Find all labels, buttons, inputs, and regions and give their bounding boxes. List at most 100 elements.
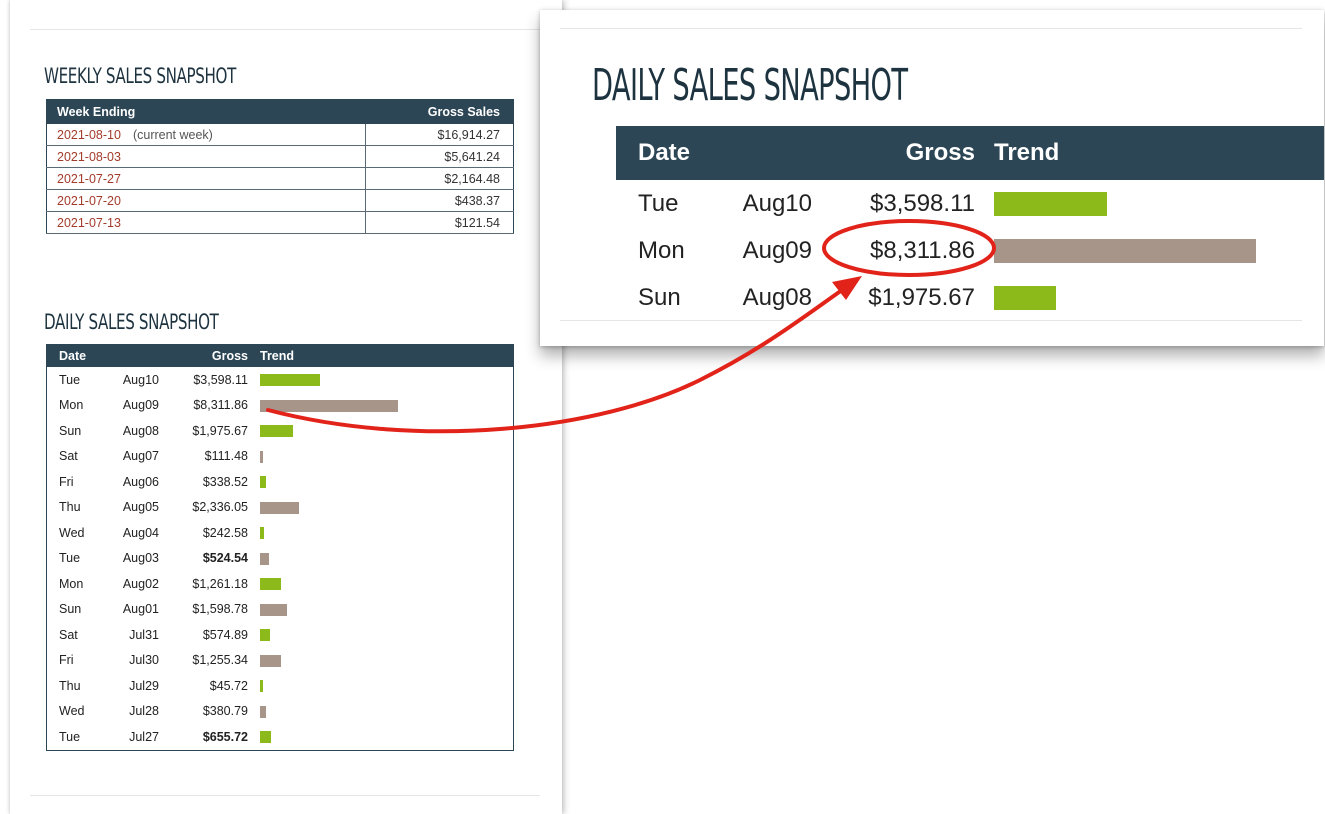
day-cell: Sat [59,449,78,464]
zoom-day-cell: Sun [638,283,681,311]
zoom-column-gross: Gross [812,126,994,180]
weekly-row[interactable]: 2021-07-20 $438.37 [46,189,514,212]
date-cell: Aug07 [122,449,159,464]
day-cell: Tue [59,372,81,387]
gross-cell: $380.79 [202,704,248,719]
day-cell: Wed [59,525,85,540]
week-gross: $2,164.48 [364,167,514,190]
week-ending-link[interactable]: 2021-07-27 [46,167,365,190]
trend-cell [260,520,514,546]
trend-bar [260,680,263,693]
weekly-header-row: Week Ending Gross Sales [46,99,514,124]
daily-title: DAILY SALES SNAPSHOT [44,310,219,334]
zoom-daily-row: Tue Aug10 $3,598.11 [616,180,1324,227]
gross-cell: $574.89 [202,627,248,642]
zoom-gross-cell: $1,975.67 [868,283,975,311]
trend-bar [260,731,271,744]
zoom-callout: DAILY SALES SNAPSHOT Date Gross Trend Tu… [540,10,1324,346]
trend-bar [260,527,264,540]
column-trend: Trend [260,344,514,367]
day-cell: Sun [59,602,82,617]
day-cell: Tue [59,729,81,744]
trend-bar [260,425,293,438]
zoom-day-cell: Mon [638,236,685,264]
weekly-row[interactable]: 2021-08-03 $5,641.24 [46,145,514,168]
week-date[interactable]: 2021-08-03 [57,150,121,164]
daily-sales-table: Date Gross Trend Tue Aug10 $3,598.11 Mon Aug… [46,344,514,751]
week-ending-link[interactable]: 2021-07-20 [46,189,365,212]
week-ending-link[interactable]: 2021-08-10 (current week) [46,124,365,146]
trend-bar [260,501,299,514]
zoom-trend-bar [994,239,1256,264]
day-cell: Fri [59,653,74,668]
week-ending-link[interactable]: 2021-07-13 [46,211,365,234]
day-cell: Thu [59,500,81,515]
trend-cell [260,546,514,572]
gross-cell: $1,255.34 [192,653,248,668]
zoom-top-divider [560,28,1302,29]
week-date[interactable]: 2021-07-20 [57,194,121,208]
gross-cell: $2,336.05 [192,500,248,515]
gross-cell: $242.58 [202,525,248,540]
week-gross: $121.54 [364,211,514,234]
daily-header-row: Date Gross Trend [46,344,514,367]
week-date[interactable]: 2021-07-27 [57,172,121,186]
day-cell: Thu [59,678,81,693]
trend-cell [260,673,514,699]
gross-cell: $524.54 [202,551,248,566]
daily-row: Tue Jul27 $655.72 [47,724,514,750]
zoom-trend-cell [994,227,1324,274]
day-cell: Sat [59,627,78,642]
gross-cell: $8,311.86 [193,398,248,413]
gross-cell: $3,598.11 [193,372,248,387]
weekly-title: WEEKLY SALES SNAPSHOT [44,64,236,88]
column-week-ending: Week Ending [46,99,365,124]
zoom-gross-cell: $3,598.11 [870,189,975,217]
top-divider [30,29,540,30]
date-cell: Jul28 [129,704,159,719]
bottom-divider [30,795,540,796]
daily-row: Sat Aug07 $111.48 [47,444,514,470]
date-cell: Jul29 [129,678,159,693]
week-gross: $16,914.27 [364,124,514,146]
daily-row: Sat Jul31 $574.89 [47,622,514,648]
trend-cell [260,597,514,623]
gross-cell: $111.48 [204,449,248,464]
date-cell: Jul30 [129,653,159,668]
day-cell: Fri [59,474,74,489]
date-cell: Aug01 [122,602,159,617]
trend-bar [260,552,269,565]
zoom-date-cell: Aug08 [742,283,812,311]
weekly-sales-table: Week Ending Gross Sales 2021-08-10 (curre… [46,99,514,234]
week-gross: $438.37 [364,189,514,212]
trend-bar [260,654,281,667]
trend-cell [260,393,514,419]
trend-cell [260,444,514,470]
daily-row: Sun Aug08 $1,975.67 [47,418,514,444]
trend-cell [260,469,514,495]
date-cell: Aug09 [122,398,159,413]
weekly-row[interactable]: 2021-07-27 $2,164.48 [46,167,514,190]
gross-cell: $338.52 [202,474,248,489]
week-date[interactable]: 2021-07-13 [57,216,121,230]
trend-cell [260,648,514,674]
trend-cell [260,699,514,725]
week-ending-link[interactable]: 2021-08-03 [46,145,365,168]
trend-bar [260,450,263,463]
week-note: (current week) [132,127,213,142]
weekly-row[interactable]: 2021-08-10 (current week) $16,914.27 [46,124,514,146]
week-date[interactable]: 2021-08-10 [57,128,121,142]
date-cell: Aug06 [122,474,159,489]
trend-cell [260,367,514,393]
zoom-trend-bar [994,192,1107,217]
weekly-row[interactable]: 2021-07-13 $121.54 [46,211,514,234]
day-cell: Sun [59,423,82,438]
zoom-gross-cell: $8,311.86 [870,236,975,264]
zoom-daily-table: Date Gross Trend Tue Aug10 $3,598.11 Mon Aug… [616,126,1324,321]
zoom-column-trend: Trend [994,126,1324,180]
zoom-header-row: Date Gross Trend [616,126,1324,180]
date-cell: Jul31 [129,627,159,642]
daily-row: Thu Aug05 $2,336.05 [47,495,514,521]
date-cell: Aug02 [122,576,159,591]
date-cell: Aug03 [122,551,159,566]
